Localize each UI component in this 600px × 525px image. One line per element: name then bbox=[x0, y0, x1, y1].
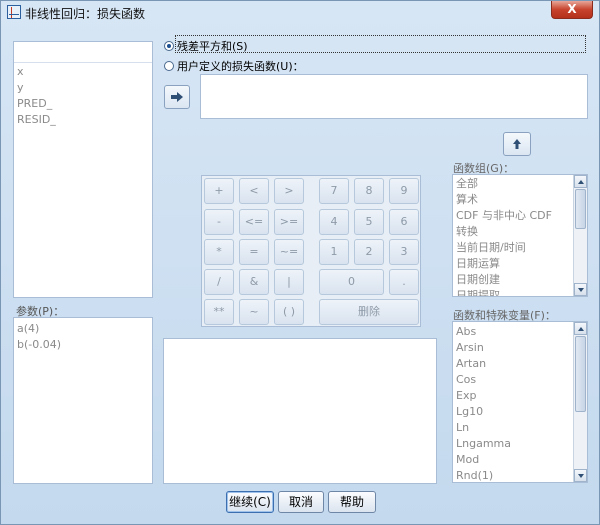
title-bar: 非线性回归：损失函数 X bbox=[1, 1, 599, 25]
insert-function-button[interactable] bbox=[503, 132, 531, 156]
key-decimal[interactable]: . bbox=[389, 269, 419, 295]
key-digit-5[interactable]: 5 bbox=[354, 209, 384, 235]
close-button[interactable]: X bbox=[551, 1, 593, 19]
key-digit-9[interactable]: 9 bbox=[389, 178, 419, 204]
function-group-list[interactable]: 全部 算术 CDF 与非中心 CDF 转换 当前日期/时间 日期运算 日期创建 日期提取 bbox=[452, 174, 588, 297]
list-item[interactable]: Mod bbox=[453, 452, 587, 468]
key-digit-2[interactable]: 2 bbox=[354, 239, 384, 265]
list-item[interactable]: RESID_ bbox=[14, 112, 152, 128]
calculator-keypad: + < >7 8 9 - <= >= 4 5 6 * = ~= 1 2 3 /& | 0. ** ~( ) 删除 bbox=[201, 175, 421, 327]
list-item[interactable]: 当前日期/时间 bbox=[453, 240, 587, 256]
key-digit-3[interactable]: 3 bbox=[389, 239, 419, 265]
key-not[interactable]: ~ bbox=[239, 299, 269, 325]
key-or[interactable]: | bbox=[274, 269, 304, 295]
list-item[interactable]: Rnd(1) bbox=[453, 468, 587, 482]
list-item[interactable]: Artan bbox=[453, 356, 587, 372]
key-digit-1[interactable]: 1 bbox=[319, 239, 349, 265]
key-divide[interactable]: / bbox=[204, 269, 234, 295]
cancel-button[interactable]: 取消 bbox=[278, 491, 324, 513]
key-less-than[interactable]: < bbox=[239, 178, 269, 204]
scroll-down-icon[interactable] bbox=[574, 469, 587, 482]
list-item[interactable]: CDF 与非中心 CDF bbox=[453, 208, 587, 224]
key-digit-6[interactable]: 6 bbox=[389, 209, 419, 235]
list-item[interactable]: 日期提取 bbox=[453, 288, 587, 296]
function-group-items: 全部 算术 CDF 与非中心 CDF 转换 当前日期/时间 日期运算 日期创建 日期提取 bbox=[453, 175, 587, 296]
list-item[interactable]: a(4) bbox=[14, 321, 152, 337]
continue-button[interactable]: 继续(C) bbox=[226, 491, 274, 513]
key-plus[interactable]: + bbox=[204, 178, 234, 204]
variable-list-header bbox=[14, 42, 152, 63]
parameters-list[interactable]: a(4) b(-0.04) bbox=[13, 317, 153, 484]
key-digit-0[interactable]: 0 bbox=[319, 269, 384, 295]
key-digit-4[interactable]: 4 bbox=[319, 209, 349, 235]
scroll-up-icon[interactable] bbox=[574, 322, 587, 335]
list-item[interactable]: y bbox=[14, 80, 152, 96]
dialog-window: 非线性回归：损失函数 X x y PRED_ RESID_ 参数(P)： a(4) b(… bbox=[0, 0, 600, 525]
list-item[interactable]: Lg10 bbox=[453, 404, 587, 420]
key-delete[interactable]: 删除 bbox=[319, 299, 419, 325]
list-item[interactable]: Exp bbox=[453, 388, 587, 404]
list-item[interactable]: Arsin bbox=[453, 340, 587, 356]
functions-scrollbar[interactable] bbox=[573, 322, 587, 482]
scroll-down-icon[interactable] bbox=[574, 283, 587, 296]
list-item[interactable]: 算术 bbox=[453, 192, 587, 208]
key-minus[interactable]: - bbox=[204, 209, 234, 235]
radio-selected-icon bbox=[164, 41, 174, 51]
focus-rect bbox=[175, 35, 586, 53]
user-defined-loss-radio[interactable]: 用户定义的损失函数(U)： bbox=[164, 58, 304, 74]
user-defined-loss-label: 用户定义的损失函数(U)： bbox=[177, 60, 304, 73]
key-parentheses[interactable]: ( ) bbox=[274, 299, 304, 325]
window-title: 非线性回归：损失函数 bbox=[25, 7, 146, 21]
key-greater-equal[interactable]: >= bbox=[274, 209, 304, 235]
list-item[interactable]: Cos bbox=[453, 372, 587, 388]
variable-items: x y PRED_ RESID_ bbox=[14, 63, 152, 128]
app-icon bbox=[7, 5, 21, 19]
key-multiply[interactable]: * bbox=[204, 239, 234, 265]
scroll-thumb[interactable] bbox=[575, 336, 586, 412]
list-item[interactable]: 日期创建 bbox=[453, 272, 587, 288]
arrow-up-icon bbox=[513, 139, 521, 149]
functions-list[interactable]: Abs Arsin Artan Cos Exp Lg10 Ln Lngamma Mod Rnd(1… bbox=[452, 321, 588, 483]
key-equals[interactable]: = bbox=[239, 239, 269, 265]
list-item[interactable]: 全部 bbox=[453, 176, 587, 192]
list-item[interactable]: Abs bbox=[453, 324, 587, 340]
key-power[interactable]: ** bbox=[204, 299, 234, 325]
parameter-items: a(4) b(-0.04) bbox=[14, 318, 152, 353]
radio-unselected-icon bbox=[164, 61, 174, 71]
key-digit-8[interactable]: 8 bbox=[354, 178, 384, 204]
help-button[interactable]: 帮助 bbox=[328, 491, 376, 513]
function-items: Abs Arsin Artan Cos Exp Lg10 Ln Lngamma Mod Rnd(1… bbox=[453, 322, 587, 482]
variable-list[interactable]: x y PRED_ RESID_ bbox=[13, 41, 153, 298]
scroll-thumb[interactable] bbox=[575, 189, 586, 229]
key-and[interactable]: & bbox=[239, 269, 269, 295]
key-digit-7[interactable]: 7 bbox=[319, 178, 349, 204]
list-item[interactable]: Lngamma bbox=[453, 436, 587, 452]
function-description-box bbox=[163, 338, 437, 484]
arrow-right-icon bbox=[171, 92, 183, 102]
key-greater-than[interactable]: > bbox=[274, 178, 304, 204]
list-item[interactable]: b(-0.04) bbox=[14, 337, 152, 353]
function-group-scrollbar[interactable] bbox=[573, 175, 587, 296]
move-variable-button[interactable] bbox=[164, 85, 190, 109]
list-item[interactable]: 转换 bbox=[453, 224, 587, 240]
list-item[interactable]: x bbox=[14, 64, 152, 80]
list-item[interactable]: PRED_ bbox=[14, 96, 152, 112]
list-item[interactable]: Ln bbox=[453, 420, 587, 436]
key-not-equal[interactable]: ~= bbox=[274, 239, 304, 265]
list-item[interactable]: 日期运算 bbox=[453, 256, 587, 272]
scroll-up-icon[interactable] bbox=[574, 175, 587, 188]
key-less-equal[interactable]: <= bbox=[239, 209, 269, 235]
loss-expression-box[interactable] bbox=[200, 74, 588, 119]
